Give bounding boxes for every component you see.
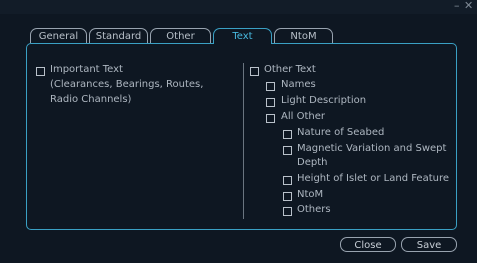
height-of-islet-label: Height of Islet or Land Feature <box>297 173 450 184</box>
column-divider <box>243 63 244 219</box>
ntom-checkbox[interactable] <box>283 192 292 201</box>
others-checkbox[interactable] <box>283 207 292 216</box>
magnetic-variation-label: Magnetic Variation and Swept <box>297 143 447 154</box>
important-text-detail-1: (Clearances, Bearings, Routes, <box>50 79 204 90</box>
ntom-label: NtoM <box>297 189 324 200</box>
tab-other[interactable]: Other <box>150 28 211 43</box>
other-text-label: Other Text <box>264 64 316 75</box>
important-text-detail-2: Radio Channels) <box>50 94 132 105</box>
title-bar: – ✕ <box>0 0 477 14</box>
magnetic-variation-checkbox[interactable] <box>283 146 292 155</box>
active-tab-gap <box>214 42 271 44</box>
important-text-checkbox[interactable] <box>36 67 45 76</box>
close-icon[interactable]: ✕ <box>464 0 473 13</box>
all-other-checkbox[interactable] <box>266 114 275 123</box>
light-description-label: Light Description <box>281 95 367 106</box>
height-of-islet-checkbox[interactable] <box>283 176 292 185</box>
other-text-checkbox[interactable] <box>250 67 259 76</box>
tab-general[interactable]: General <box>30 28 87 43</box>
close-button[interactable]: Close <box>340 237 396 252</box>
all-other-label: All Other <box>281 111 325 122</box>
tab-ntom[interactable]: NtoM <box>274 28 333 43</box>
save-button[interactable]: Save <box>401 237 457 252</box>
important-text-label: Important Text <box>50 64 123 75</box>
tab-standard[interactable]: Standard <box>89 28 148 43</box>
nature-of-seabed-checkbox[interactable] <box>283 130 292 139</box>
names-label: Names <box>281 79 316 90</box>
light-description-checkbox[interactable] <box>266 98 275 107</box>
minimize-icon[interactable]: – <box>454 0 460 13</box>
names-checkbox[interactable] <box>266 82 275 91</box>
magnetic-variation-label-cont: Depth <box>297 157 328 168</box>
others-label: Others <box>297 204 331 215</box>
nature-of-seabed-label: Nature of Seabed <box>297 127 385 138</box>
text-settings-dialog: – ✕ General Standard Other Text NtoM Imp… <box>0 0 477 263</box>
